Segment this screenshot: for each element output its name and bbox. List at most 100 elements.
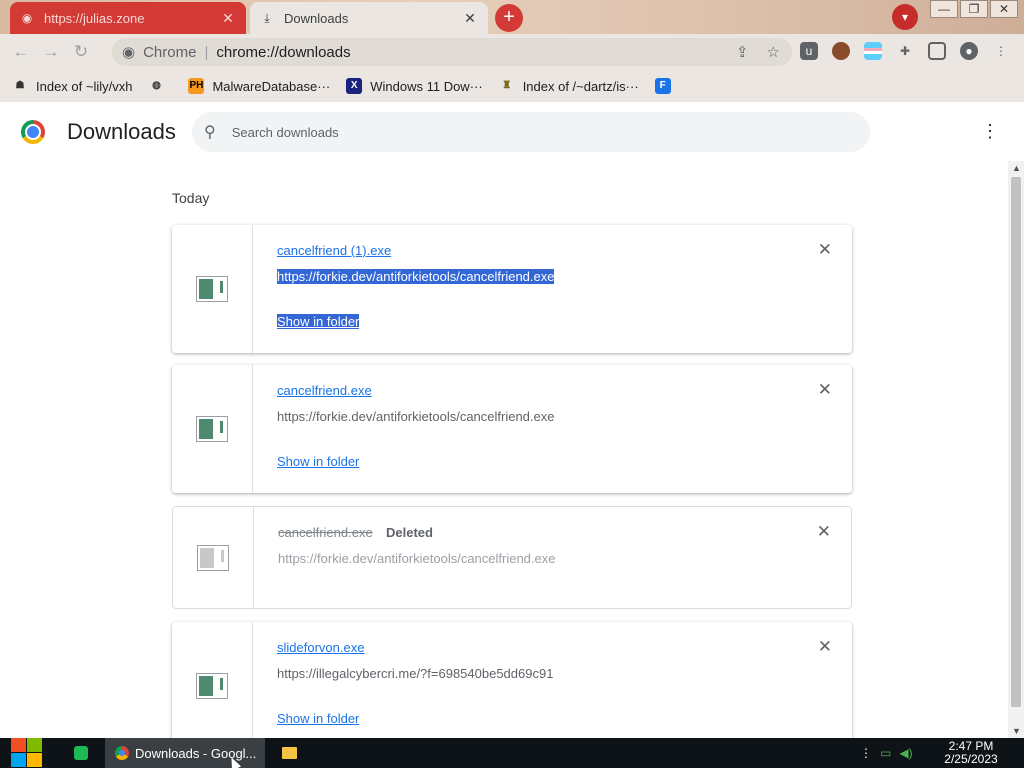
download-url: https://forkie.dev/antiforkietools/cance… xyxy=(277,409,555,424)
chrome-logo-icon xyxy=(21,120,45,144)
bookmark-item[interactable]: X Windows 11 Dow··· xyxy=(346,78,483,94)
close-tab-icon[interactable]: ✕ xyxy=(462,10,478,27)
puzzle-icon[interactable]: ✚ xyxy=(896,42,914,60)
extension-avatar-icon[interactable] xyxy=(832,42,850,60)
ublock-icon[interactable]: u xyxy=(800,42,818,60)
index-icon: ☗ xyxy=(15,80,25,91)
chrome-icon: ◉ xyxy=(122,44,136,61)
windows-logo-icon xyxy=(11,738,43,768)
scroll-down-icon[interactable]: ▼ xyxy=(1012,726,1021,736)
download-url: https://illegalcybercri.me/?f=698540be5d… xyxy=(277,666,554,681)
scroll-up-icon[interactable]: ▲ xyxy=(1012,163,1021,173)
more-actions-icon[interactable]: ⋮ xyxy=(980,121,1000,142)
status-badge: Deleted xyxy=(386,525,433,540)
search-box[interactable]: ⚲ xyxy=(192,112,870,152)
ph-icon: PH xyxy=(188,78,205,94)
clock-date: 2/25/2023 xyxy=(944,752,998,766)
download-icon: ⤓ xyxy=(264,10,270,25)
window-controls: — ❐ ✕ xyxy=(928,0,1018,18)
download-item: slideforvon.exe https://illegalcybercri.… xyxy=(172,622,852,738)
side-panel-icon[interactable] xyxy=(928,42,946,60)
tray-overflow-icon[interactable]: ⋮ xyxy=(860,746,872,760)
taskbar: Downloads - Googl... ⋮ ▭ ◀) 2:47 PM 2/25… xyxy=(0,738,1024,768)
bookmark-label: Index of ~lily/vxh xyxy=(36,78,133,94)
omnibox-url: chrome://downloads xyxy=(216,43,351,61)
download-item: cancelfriend.exe https://forkie.dev/anti… xyxy=(172,365,852,493)
spotify-taskbar-icon[interactable] xyxy=(68,738,94,768)
forward-icon[interactable]: → xyxy=(36,42,66,62)
tab-title: https://julias.zone xyxy=(44,10,145,26)
file-icon xyxy=(196,673,228,699)
taskbar-window-title: Downloads - Googl... xyxy=(135,745,257,761)
scroll-thumb[interactable] xyxy=(1011,177,1021,707)
download-item-deleted: cancelfriend.exe Deleted https://forkie.… xyxy=(172,506,852,609)
kebab-menu-icon[interactable]: ⋮ xyxy=(992,42,1010,60)
tab-search-button[interactable]: ▾ xyxy=(892,4,918,30)
bookmark-item[interactable]: F xyxy=(654,78,679,94)
minimize-button[interactable]: — xyxy=(930,0,958,18)
index-icon: ♜ xyxy=(502,80,512,91)
file-icon-column xyxy=(173,507,254,608)
download-url: https://forkie.dev/antiforkietools/cance… xyxy=(278,551,556,566)
close-tab-icon[interactable]: ✕ xyxy=(220,10,236,27)
remove-download-icon[interactable]: ✕ xyxy=(817,522,831,542)
globe-icon: ◉ xyxy=(21,11,33,25)
chrome-taskbar-button[interactable]: Downloads - Googl... xyxy=(105,738,265,768)
tab-julias-zone[interactable]: ◉ https://julias.zone ✕ xyxy=(10,2,246,34)
clock[interactable]: 2:47 PM 2/25/2023 xyxy=(936,740,1006,766)
share-icon[interactable]: ⇪ xyxy=(736,43,749,61)
volume-icon[interactable]: ◀) xyxy=(899,746,912,760)
file-icon-column xyxy=(172,365,253,493)
network-icon[interactable]: ▭ xyxy=(880,746,891,760)
address-bar[interactable]: ◉ Chrome | chrome://downloads ⇪ ☆ xyxy=(112,38,792,66)
show-in-folder-link[interactable]: Show in folder xyxy=(277,711,359,726)
download-filename-link[interactable]: slideforvon.exe xyxy=(277,640,364,655)
back-icon[interactable]: ← xyxy=(6,42,36,62)
bookmark-item[interactable]: ◍ xyxy=(148,78,172,94)
file-icon xyxy=(197,545,229,571)
profile-icon[interactable]: ● xyxy=(960,42,978,60)
star-icon[interactable]: ☆ xyxy=(767,43,780,61)
maximize-button[interactable]: ❐ xyxy=(960,0,988,18)
omnibox-chip: Chrome xyxy=(143,43,197,61)
globe-icon: ◍ xyxy=(152,80,161,91)
bookmark-label: Windows 11 Dow··· xyxy=(370,78,483,94)
show-in-folder-link[interactable]: Show in folder xyxy=(277,314,360,329)
bookmark-item[interactable]: ☗ Index of ~lily/vxh xyxy=(12,78,133,94)
bookmark-icon: F xyxy=(654,78,671,94)
show-in-folder-link[interactable]: Show in folder xyxy=(277,454,359,469)
download-filename-link[interactable]: cancelfriend.exe xyxy=(277,383,372,398)
file-icon xyxy=(196,276,228,302)
file-icon-column xyxy=(172,225,253,353)
remove-download-icon[interactable]: ✕ xyxy=(818,380,832,400)
remove-download-icon[interactable]: ✕ xyxy=(818,240,832,260)
download-filename-link[interactable]: cancelfriend (1).exe xyxy=(277,243,391,258)
download-url: https://forkie.dev/antiforkietools/cance… xyxy=(277,269,555,284)
tab-downloads[interactable]: ⤓ Downloads ✕ xyxy=(250,2,488,34)
file-icon-column xyxy=(172,622,253,738)
browser-toolbar: ← → ↻ ◉ Chrome | chrome://downloads ⇪ ☆ … xyxy=(0,34,1024,70)
bookmark-item[interactable]: PH MalwareDatabase··· xyxy=(188,78,330,94)
file-explorer-taskbar-icon[interactable] xyxy=(278,738,300,768)
omnibox-separator: | xyxy=(204,43,209,61)
start-button[interactable] xyxy=(10,738,42,768)
remove-download-icon[interactable]: ✕ xyxy=(818,637,832,657)
new-tab-button[interactable]: + xyxy=(495,4,523,32)
search-input[interactable] xyxy=(231,124,832,140)
close-window-button[interactable]: ✕ xyxy=(990,0,1018,18)
bookmark-label: MalwareDatabase··· xyxy=(212,78,331,94)
flag-extension-icon[interactable] xyxy=(864,42,882,60)
reload-icon[interactable]: ↻ xyxy=(66,42,96,62)
downloads-page: Downloads ⚲ ⋮ ▲ ▼ Today cancelfriend (1)… xyxy=(0,103,1024,738)
page-title: Downloads xyxy=(67,119,176,144)
date-label: Today xyxy=(172,190,210,206)
scrollbar[interactable]: ▲ ▼ xyxy=(1008,161,1024,738)
download-filename: cancelfriend.exe xyxy=(278,525,373,540)
bookmark-item[interactable]: ♜ Index of /~dartz/is··· xyxy=(499,78,639,94)
search-icon: ⚲ xyxy=(204,124,216,141)
tab-strip: ◉ https://julias.zone ✕ ⤓ Downloads ✕ + … xyxy=(0,0,1024,34)
tab-title: Downloads xyxy=(284,10,349,26)
bookmark-label: Index of /~dartz/is··· xyxy=(522,78,639,94)
download-item: cancelfriend (1).exe https://forkie.dev/… xyxy=(172,225,852,353)
chrome-icon xyxy=(115,746,129,760)
